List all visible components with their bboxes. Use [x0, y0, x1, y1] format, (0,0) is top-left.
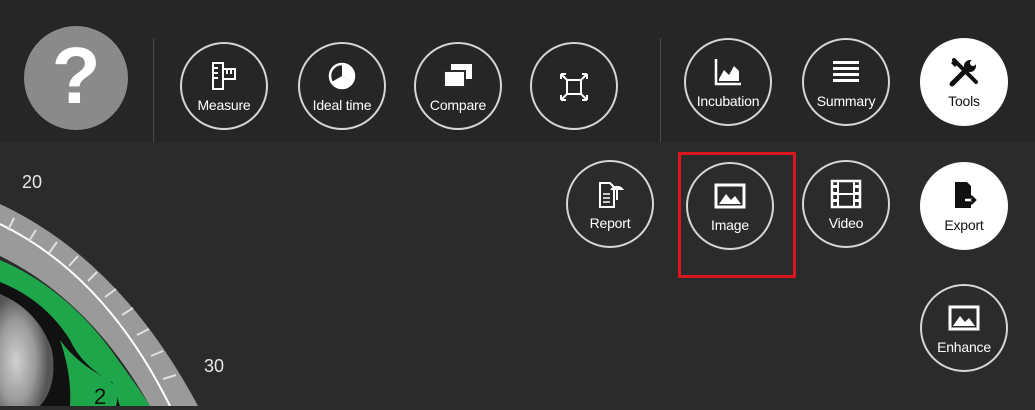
time-dial[interactable] — [0, 190, 220, 406]
compare-icon — [441, 61, 475, 91]
enhance-label: Enhance — [937, 339, 991, 355]
image-icon — [947, 303, 981, 333]
export-label: Export — [944, 217, 984, 233]
tools-icon — [947, 57, 981, 87]
ideal-time-label: Ideal time — [312, 97, 372, 113]
compare-button[interactable]: Compare — [414, 42, 502, 130]
report-icon — [593, 179, 627, 209]
measure-button[interactable]: Measure — [180, 42, 268, 130]
video-label: Video — [828, 215, 864, 231]
report-button[interactable]: Report — [566, 160, 654, 248]
incubation-label: Incubation — [696, 93, 760, 109]
incubation-button[interactable]: Incubation — [684, 38, 772, 126]
enhance-button[interactable]: Enhance — [920, 284, 1008, 372]
toolbar-divider — [153, 38, 154, 142]
tools-button[interactable]: Tools — [920, 38, 1008, 126]
ruler-icon — [207, 61, 241, 91]
line-chart-icon — [711, 57, 745, 87]
dial-marker-value: 2 — [94, 384, 107, 409]
help-button[interactable]: ? — [24, 26, 128, 130]
toolbar-divider — [660, 38, 661, 142]
film-icon — [829, 179, 863, 209]
video-button[interactable]: Video — [802, 160, 890, 248]
pie-chart-icon — [325, 61, 359, 91]
compare-label: Compare — [429, 97, 487, 113]
image-button-highlight — [678, 152, 796, 278]
ideal-time-button[interactable]: Ideal time — [298, 42, 386, 130]
export-icon — [947, 181, 981, 211]
list-icon — [829, 57, 863, 87]
export-button[interactable]: Export — [920, 162, 1008, 250]
measure-label: Measure — [197, 97, 251, 113]
tools-label: Tools — [948, 93, 980, 109]
fullscreen-button[interactable] — [530, 42, 618, 130]
summary-label: Summary — [816, 93, 876, 109]
report-label: Report — [589, 215, 631, 231]
summary-button[interactable]: Summary — [802, 38, 890, 126]
help-icon: ? — [51, 31, 101, 120]
fullscreen-icon — [557, 72, 591, 102]
